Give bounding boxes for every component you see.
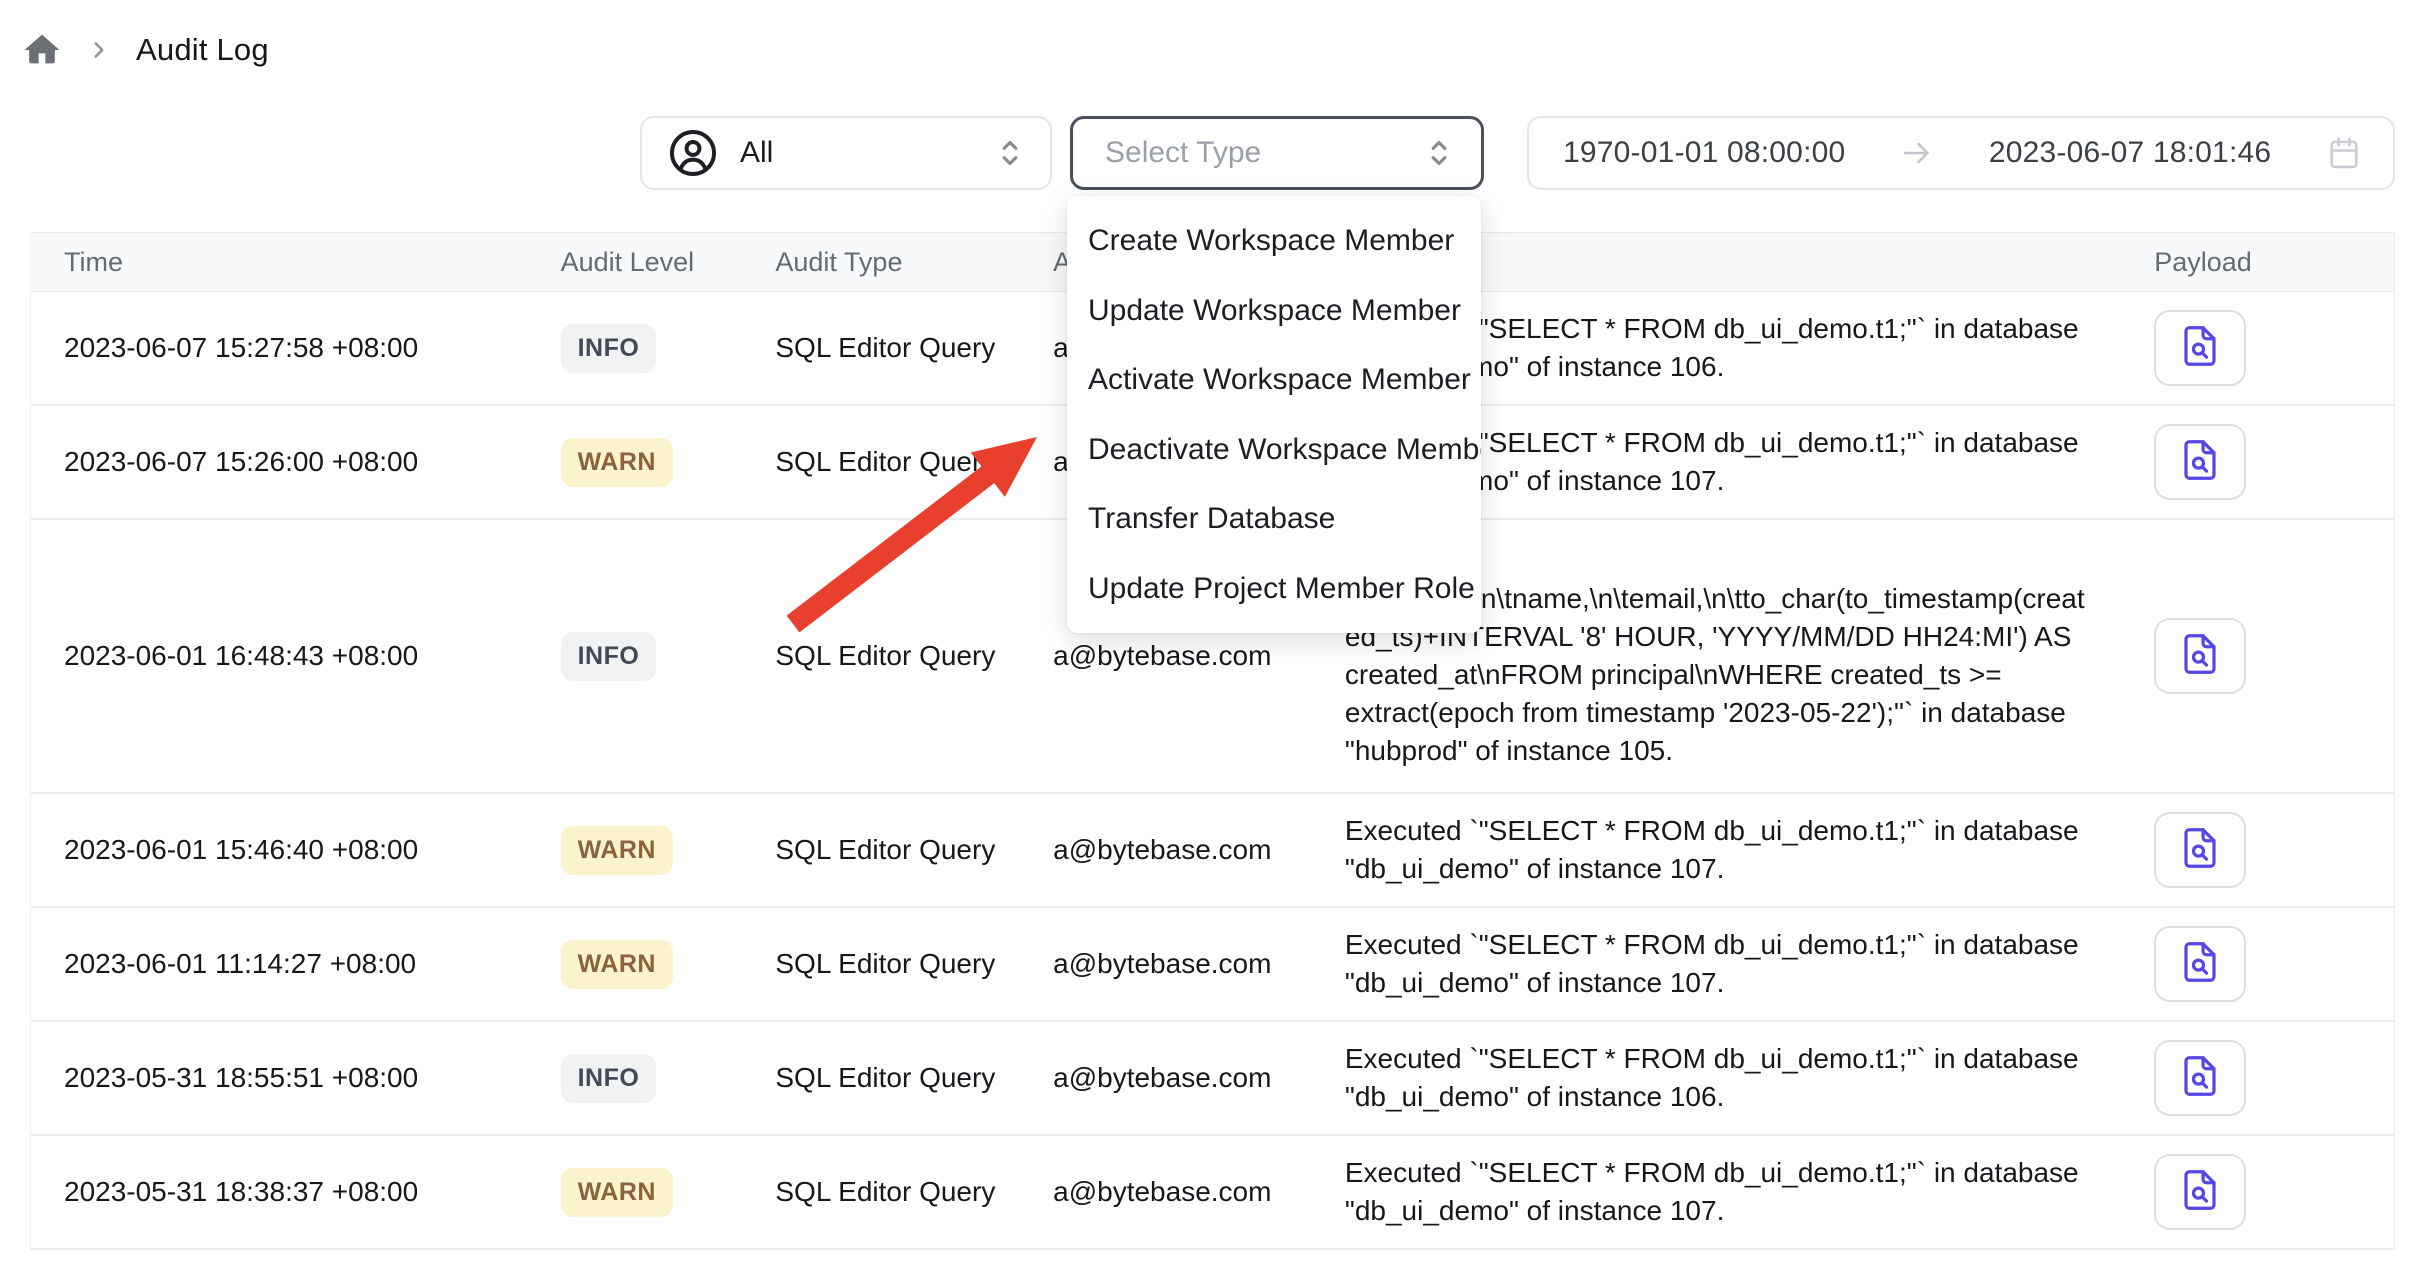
payload-button[interactable]	[2154, 812, 2246, 888]
audit-type-cell: SQL Editor Query	[775, 332, 1053, 364]
file-search-icon	[2177, 437, 2223, 488]
filter-bar: All Select Type 1970-01-01 08:00:00 2023…	[640, 116, 2395, 190]
end-date-value[interactable]: 2023-06-07 18:01:46	[1989, 136, 2271, 170]
page-title: Audit Log	[136, 32, 269, 68]
file-search-icon	[2177, 631, 2223, 682]
time-cell: 2023-06-01 11:14:27 +08:00	[31, 948, 561, 980]
audit-type-cell: SQL Editor Query	[775, 948, 1053, 980]
audit-level-badge: INFO	[561, 324, 657, 373]
time-cell: 2023-06-01 16:48:43 +08:00	[31, 640, 561, 672]
comment-cell: Executed `"SELECT * FROM db_ui_demo.t1;"…	[1345, 1040, 2126, 1116]
chevron-up-down-icon	[1425, 134, 1453, 172]
type-filter-placeholder: Select Type	[1105, 136, 1425, 170]
audit-type-cell: SQL Editor Query	[775, 834, 1053, 866]
file-search-icon	[2177, 1053, 2223, 1104]
table-row: 2023-06-01 15:46:40 +08:00 WARN SQL Edit…	[31, 794, 2394, 908]
audit-level-badge: INFO	[561, 1054, 657, 1103]
chevron-right-icon	[86, 37, 112, 63]
actor-filter-value: All	[740, 136, 996, 170]
type-filter-dropdown: Create Workspace Member Update Workspace…	[1067, 196, 1481, 633]
start-date-value[interactable]: 1970-01-01 08:00:00	[1563, 136, 1845, 170]
breadcrumb: Audit Log	[22, 30, 269, 70]
menu-item-update-workspace-member[interactable]: Update Workspace Member	[1067, 276, 1481, 345]
audit-level-badge: INFO	[561, 632, 657, 681]
menu-item-update-project-member-role[interactable]: Update Project Member Role	[1067, 554, 1481, 623]
table-row: 2023-06-01 11:14:27 +08:00 WARN SQL Edit…	[31, 908, 2394, 1022]
payload-button[interactable]	[2154, 1154, 2246, 1230]
header-audit-type: Audit Type	[775, 247, 1053, 278]
payload-button[interactable]	[2154, 618, 2246, 694]
comment-cell: Executed `"SELECT * FROM db_ui_demo.t1;"…	[1345, 812, 2126, 888]
actor-cell: a@bytebase.com	[1053, 1176, 1345, 1208]
menu-item-transfer-database[interactable]: Transfer Database	[1067, 484, 1481, 553]
table-row: 2023-05-31 18:38:37 +08:00 WARN SQL Edit…	[31, 1136, 2394, 1250]
audit-level-badge: WARN	[561, 826, 673, 875]
menu-item-deactivate-workspace-member[interactable]: Deactivate Workspace Member	[1067, 415, 1481, 484]
actor-filter-select[interactable]: All	[640, 116, 1052, 190]
file-search-icon	[2177, 1167, 2223, 1218]
audit-level-badge: WARN	[561, 940, 673, 989]
audit-level-badge: WARN	[561, 1168, 673, 1217]
audit-type-cell: SQL Editor Query	[775, 1062, 1053, 1094]
payload-button[interactable]	[2154, 424, 2246, 500]
file-search-icon	[2177, 825, 2223, 876]
file-search-icon	[2177, 323, 2223, 374]
comment-cell: Executed `"SELECT * FROM db_ui_demo.t1;"…	[1345, 926, 2126, 1002]
time-cell: 2023-06-07 15:27:58 +08:00	[31, 332, 561, 364]
user-circle-icon	[668, 128, 718, 178]
actor-cell: a@bytebase.com	[1053, 640, 1345, 672]
date-range-picker[interactable]: 1970-01-01 08:00:00 2023-06-07 18:01:46	[1527, 116, 2395, 190]
table-row: 2023-05-31 18:55:51 +08:00 INFO SQL Edit…	[31, 1022, 2394, 1136]
actor-cell: a@bytebase.com	[1053, 948, 1345, 980]
time-cell: 2023-05-31 18:38:37 +08:00	[31, 1176, 561, 1208]
actor-cell: a@bytebase.com	[1053, 1062, 1345, 1094]
payload-button[interactable]	[2154, 926, 2246, 1002]
file-search-icon	[2177, 939, 2223, 990]
header-payload: Payload	[2126, 247, 2394, 278]
payload-button[interactable]	[2154, 1040, 2246, 1116]
header-time: Time	[31, 247, 561, 278]
comment-cell: Executed `"SELECT * FROM db_ui_demo.t1;"…	[1345, 1154, 2126, 1230]
menu-item-create-workspace-member[interactable]: Create Workspace Member	[1067, 206, 1481, 275]
audit-type-cell: SQL Editor Query	[775, 640, 1053, 672]
payload-button[interactable]	[2154, 310, 2246, 386]
audit-type-cell: SQL Editor Query	[775, 1176, 1053, 1208]
header-audit-level: Audit Level	[561, 247, 776, 278]
time-cell: 2023-05-31 18:55:51 +08:00	[31, 1062, 561, 1094]
calendar-icon[interactable]	[2325, 134, 2363, 172]
arrow-right-icon	[1899, 135, 1935, 171]
home-icon[interactable]	[22, 30, 62, 70]
audit-level-badge: WARN	[561, 438, 673, 487]
time-cell: 2023-06-01 15:46:40 +08:00	[31, 834, 561, 866]
audit-type-cell: SQL Editor Query	[775, 446, 1053, 478]
chevron-up-down-icon	[996, 134, 1024, 172]
actor-cell: a@bytebase.com	[1053, 834, 1345, 866]
type-filter-select[interactable]: Select Type	[1070, 116, 1484, 190]
time-cell: 2023-06-07 15:26:00 +08:00	[31, 446, 561, 478]
menu-item-activate-workspace-member[interactable]: Activate Workspace Member	[1067, 345, 1481, 414]
